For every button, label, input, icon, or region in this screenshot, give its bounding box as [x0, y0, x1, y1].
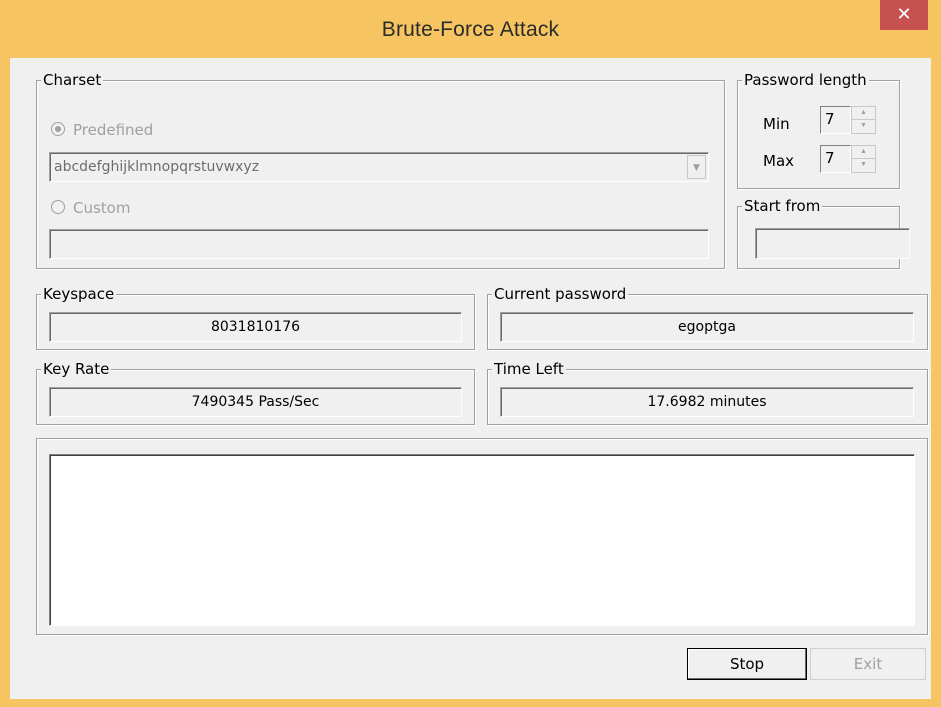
charset-legend: Charset	[41, 71, 104, 89]
key-rate-legend: Key Rate	[41, 360, 112, 378]
keyspace-value: 8031810176	[49, 312, 462, 342]
predefined-charset-combo[interactable]: abcdefghijklmnopqrstuvwxyz ▼	[49, 152, 709, 182]
max-label: Max	[763, 152, 795, 170]
start-from-legend: Start from	[742, 197, 823, 215]
current-password-group: Current password egoptga	[487, 285, 928, 350]
min-length-spinner[interactable]: ▲ ▼	[851, 106, 876, 134]
predefined-radio[interactable]: Predefined	[51, 121, 153, 139]
spin-down-icon[interactable]: ▼	[852, 159, 875, 172]
custom-label: Custom	[73, 199, 131, 217]
start-from-group: Start from	[737, 197, 910, 269]
max-length-spinner[interactable]: ▲ ▼	[851, 145, 876, 173]
keyspace-legend: Keyspace	[41, 285, 117, 303]
custom-charset-field[interactable]	[49, 229, 709, 259]
start-from-field[interactable]	[755, 228, 910, 259]
min-label: Min	[763, 115, 790, 133]
time-left-value: 17.6982 minutes	[500, 387, 914, 417]
brute-force-window: Brute-Force Attack ✕ Charset Predefined …	[0, 0, 941, 707]
radio-icon	[51, 199, 65, 214]
time-left-group: Time Left 17.6982 minutes	[487, 360, 928, 425]
spin-up-icon[interactable]: ▲	[852, 146, 875, 159]
spin-down-icon[interactable]: ▼	[852, 120, 875, 133]
spin-up-icon[interactable]: ▲	[852, 107, 875, 120]
predefined-charset-value: abcdefghijklmnopqrstuvwxyz	[54, 159, 260, 175]
keyspace-group: Keyspace 8031810176	[36, 285, 475, 350]
password-length-legend: Password length	[742, 71, 869, 89]
stop-button[interactable]: Stop	[687, 648, 807, 680]
charset-group: Charset Predefined abcdefghijklmnopqrstu…	[36, 71, 725, 269]
close-icon: ✕	[896, 4, 912, 24]
chevron-down-icon[interactable]: ▼	[687, 155, 706, 179]
log-group	[36, 438, 928, 635]
dialog-client-area: Charset Predefined abcdefghijklmnopqrstu…	[10, 58, 931, 699]
key-rate-value: 7490345 Pass/Sec	[49, 387, 462, 417]
log-output-area[interactable]	[49, 454, 915, 626]
max-length-field[interactable]: 7	[820, 145, 851, 173]
password-length-group: Password length Min 7 ▲ ▼ Max 7 ▲ ▼	[737, 71, 900, 189]
close-button[interactable]: ✕	[880, 0, 928, 30]
title-bar[interactable]: Brute-Force Attack ✕	[0, 0, 941, 58]
current-password-value: egoptga	[500, 312, 914, 342]
predefined-label: Predefined	[73, 121, 154, 139]
window-title: Brute-Force Attack	[381, 18, 560, 41]
current-password-legend: Current password	[492, 285, 629, 303]
key-rate-group: Key Rate 7490345 Pass/Sec	[36, 360, 475, 425]
time-left-legend: Time Left	[492, 360, 566, 378]
exit-button[interactable]: Exit	[810, 648, 926, 680]
min-length-field[interactable]: 7	[820, 106, 851, 134]
radio-icon	[51, 121, 65, 136]
custom-radio[interactable]: Custom	[51, 199, 130, 217]
